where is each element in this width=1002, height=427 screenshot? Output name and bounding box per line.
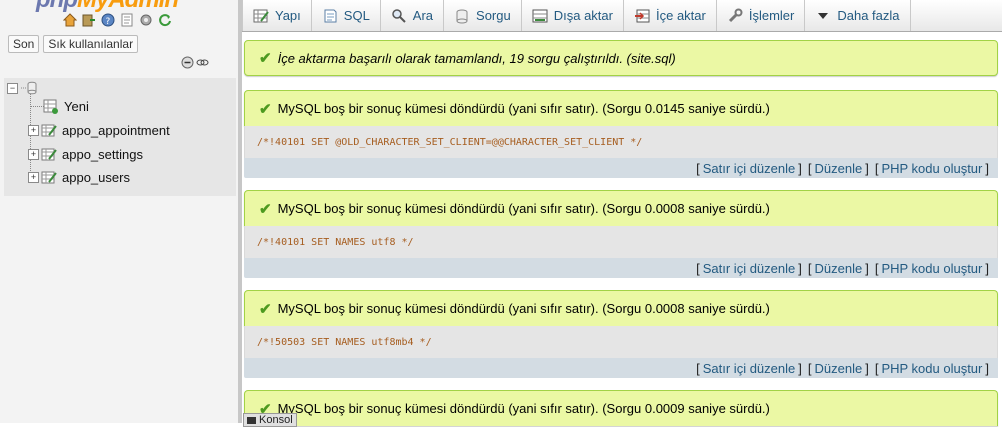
tab-label: İçe aktar [655, 8, 706, 23]
table-item-appo-appointment[interactable]: + appo_appointment [28, 120, 170, 140]
edit-link[interactable]: Düzenle [814, 261, 862, 276]
inline-edit-link[interactable]: Satır içi düzenle [703, 261, 796, 276]
expand-icon[interactable]: + [28, 124, 39, 136]
tab-more[interactable]: Daha fazla [805, 0, 911, 31]
query-result: ✔ MySQL boş bir sonuç kümesi döndürdü (y… [244, 190, 998, 278]
query-tools: [Satır içi düzenle] [Düzenle] [PHP kodu … [244, 358, 998, 378]
top-menu: Yapı SQL Ara Sorgu Dışa aktar İçe aktar … [242, 0, 1002, 32]
database-icon [21, 81, 37, 95]
edit-link[interactable]: Düzenle [814, 161, 862, 176]
expand-icon[interactable]: + [28, 171, 39, 183]
check-icon: ✔ [259, 100, 272, 118]
navigation-panel: phpMyAdmin ? Son Sık kullanılanlar − Yen… [0, 0, 239, 423]
database-tree: − Yeni + appo_appointment + appo_setting… [4, 78, 236, 196]
console-toggle[interactable]: Konsol [243, 413, 297, 427]
table-icon [41, 148, 57, 160]
tab-structure[interactable]: Yapı [242, 0, 312, 31]
check-icon: ✔ [259, 200, 272, 218]
caret-down-icon [815, 8, 831, 24]
new-table-icon [43, 99, 58, 114]
exit-icon[interactable] [81, 12, 96, 27]
result-message-text: MySQL boş bir sonuç kümesi döndürdü (yan… [277, 301, 770, 316]
sql-query-text: /*!40101 SET NAMES utf8 */ [244, 226, 998, 258]
structure-icon [253, 8, 269, 24]
console-label: Konsol [259, 414, 293, 426]
query-result: ✔ MySQL boş bir sonuç kümesi döndürdü (y… [244, 390, 998, 426]
link-icon[interactable] [196, 56, 209, 69]
check-icon: ✔ [259, 300, 272, 318]
home-icon[interactable] [62, 12, 77, 27]
query-icon [454, 8, 470, 24]
collapse-all-icon[interactable] [181, 56, 194, 69]
sql-query-text: /*!50503 SET NAMES utf8mb4 */ [244, 326, 998, 358]
php-code-link[interactable]: PHP kodu oluştur [881, 361, 982, 376]
docs-icon[interactable] [119, 12, 134, 27]
table-label: appo_users [62, 169, 130, 185]
tab-label: Yapı [275, 8, 301, 23]
edit-link[interactable]: Düzenle [814, 361, 862, 376]
result-message-text: MySQL boş bir sonuç kümesi döndürdü (yan… [277, 101, 770, 116]
panel-resizer[interactable] [238, 0, 242, 423]
tab-label: Ara [412, 8, 434, 23]
sql-query-text: /*!40101 SET @OLD_CHARACTER_SET_CLIENT=@… [244, 126, 998, 158]
reload-icon[interactable] [157, 12, 172, 27]
table-icon [41, 171, 57, 183]
php-code-link[interactable]: PHP kodu oluştur [881, 261, 982, 276]
tab-label: SQL [343, 8, 370, 23]
export-icon [532, 8, 548, 24]
result-success-message: ✔ MySQL boş bir sonuç kümesi döndürdü (y… [244, 390, 998, 426]
tab-search[interactable]: Ara [381, 0, 445, 31]
svg-text:?: ? [105, 17, 110, 27]
tab-label: İşlemler [748, 8, 795, 23]
result-message-text: MySQL boş bir sonuç kümesi döndürdü (yan… [277, 401, 770, 416]
inline-edit-link[interactable]: Satır içi düzenle [703, 361, 796, 376]
collapse-icon[interactable]: − [7, 82, 18, 94]
table-icon [41, 124, 57, 136]
php-code-link[interactable]: PHP kodu oluştur [881, 161, 982, 176]
inline-edit-link[interactable]: Satır içi düzenle [703, 161, 796, 176]
navigation-controls [181, 56, 209, 69]
console-icon [247, 416, 256, 424]
expand-icon[interactable]: + [28, 148, 39, 160]
import-icon [634, 8, 650, 24]
import-success-message: ✔ İçe aktarma başarılı olarak tamamlandı… [244, 40, 998, 76]
tab-label: Sorgu [476, 8, 511, 23]
tab-label: Dışa aktar [553, 8, 613, 23]
tab-operations[interactable]: İşlemler [717, 0, 806, 31]
new-table-label: Yeni [64, 98, 89, 114]
table-label: appo_appointment [62, 122, 170, 138]
query-tools: [Satır içi düzenle] [Düzenle] [PHP kodu … [244, 258, 998, 278]
database-node[interactable]: − [7, 78, 37, 98]
wrench-icon [727, 8, 743, 24]
recent-favorites-tabs: Son Sık kullanılanlar [8, 35, 139, 53]
recent-tab[interactable]: Son [8, 35, 40, 53]
tab-query[interactable]: Sorgu [444, 0, 522, 31]
settings-icon[interactable] [138, 12, 153, 27]
result-success-message: ✔ MySQL boş bir sonuç kümesi döndürdü (y… [244, 190, 998, 226]
tab-export[interactable]: Dışa aktar [522, 0, 624, 31]
query-tools: [Satır içi düzenle] [Düzenle] [PHP kodu … [244, 158, 998, 178]
tab-label: Daha fazla [837, 8, 900, 23]
quick-icons: ? [62, 12, 172, 27]
table-item-appo-settings[interactable]: + appo_settings [28, 144, 143, 164]
search-icon [391, 8, 407, 24]
new-table-item[interactable]: Yeni [42, 96, 89, 116]
result-success-message: ✔ MySQL boş bir sonuç kümesi döndürdü (y… [244, 90, 998, 126]
favorites-tab[interactable]: Sık kullanılanlar [43, 35, 139, 53]
query-result: ✔ MySQL boş bir sonuç kümesi döndürdü (y… [244, 290, 998, 378]
query-result: ✔ MySQL boş bir sonuç kümesi döndürdü (y… [244, 90, 998, 178]
tab-sql[interactable]: SQL [312, 0, 381, 31]
table-label: appo_settings [62, 146, 143, 162]
main-content: ✔ İçe aktarma başarılı olarak tamamlandı… [244, 40, 998, 426]
result-success-message: ✔ MySQL boş bir sonuç kümesi döndürdü (y… [244, 290, 998, 326]
sql-icon [322, 8, 338, 24]
check-icon: ✔ [259, 50, 272, 67]
tab-import[interactable]: İçe aktar [624, 0, 717, 31]
import-message-text: İçe aktarma başarılı olarak tamamlandı, … [277, 50, 676, 66]
result-message-text: MySQL boş bir sonuç kümesi döndürdü (yan… [277, 201, 770, 216]
table-item-appo-users[interactable]: + appo_users [28, 167, 130, 187]
help-icon[interactable]: ? [100, 12, 115, 27]
